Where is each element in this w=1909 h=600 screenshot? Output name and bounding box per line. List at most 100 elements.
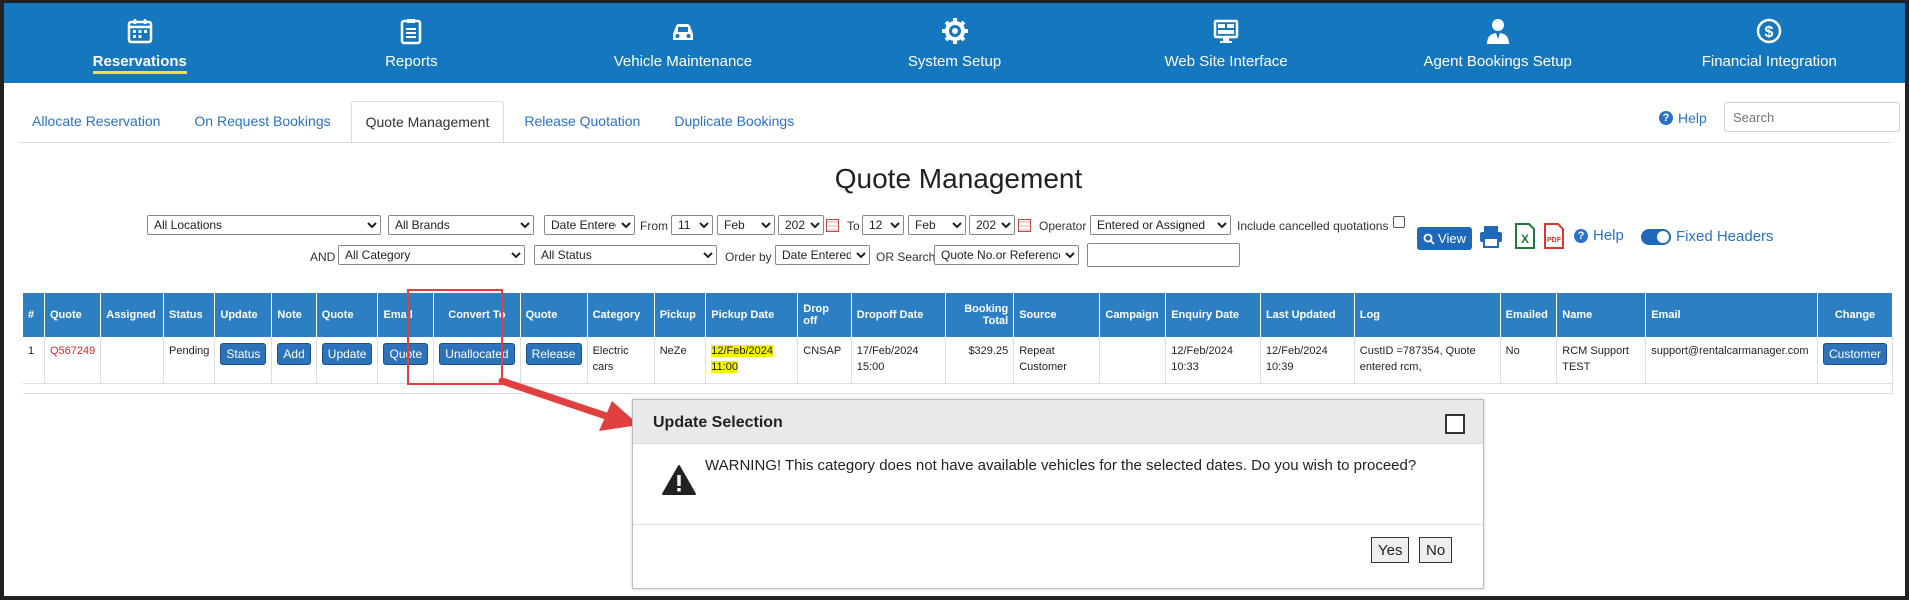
- to-year-select[interactable]: 2024: [969, 215, 1015, 235]
- nav-system-setup[interactable]: System Setup: [819, 3, 1091, 83]
- col-header: Quote: [44, 293, 102, 337]
- include-cancelled-checkbox[interactable]: [1393, 216, 1405, 228]
- pdf-icon[interactable]: PDF: [1541, 222, 1567, 250]
- to-label: To: [847, 219, 860, 233]
- col-header: Pickup Date: [705, 293, 799, 337]
- clipboard-icon: [401, 19, 422, 45]
- col-header: Note: [271, 293, 317, 337]
- quote-search-field[interactable]: [1087, 243, 1240, 267]
- pickup-date-cell: 12/Feb/2024 11:00: [705, 337, 799, 384]
- customer-button[interactable]: Customer: [1822, 343, 1887, 365]
- col-header: Status: [163, 293, 216, 337]
- order-by-label: Order by: [725, 250, 772, 264]
- or-search-label: OR Search: [876, 250, 936, 264]
- print-icon[interactable]: [1478, 222, 1504, 250]
- from-label: From: [640, 219, 668, 233]
- help-label: Help: [1678, 110, 1707, 126]
- add-note-button[interactable]: Add: [277, 343, 311, 365]
- search-input[interactable]: [1724, 102, 1900, 132]
- help-label: Help: [1593, 227, 1624, 244]
- from-year-select[interactable]: 2024: [778, 215, 824, 235]
- fixed-headers-label: Fixed Headers: [1676, 228, 1774, 245]
- category-select[interactable]: All Category: [338, 245, 525, 265]
- booking-total-cell: $329.25: [945, 337, 1015, 384]
- tab-release-quotation[interactable]: Release Quotation: [510, 101, 654, 143]
- col-header: Update: [214, 293, 273, 337]
- source-cell: Repeat Customer: [1013, 337, 1101, 384]
- svg-text:$: $: [1765, 24, 1774, 41]
- view-button[interactable]: View: [1417, 227, 1472, 250]
- col-header: Campaign: [1099, 293, 1167, 337]
- tab-divider: [18, 142, 1891, 143]
- no-button[interactable]: No: [1419, 537, 1453, 563]
- nav-label: Web Site Interface: [1164, 53, 1288, 70]
- yes-button[interactable]: Yes: [1371, 537, 1410, 563]
- assigned-cell: [100, 337, 165, 384]
- dialog-close-button[interactable]: [1445, 414, 1465, 434]
- col-header: Change: [1817, 293, 1894, 337]
- from-month-select[interactable]: Feb: [717, 215, 775, 235]
- brand-select[interactable]: All Brands: [388, 215, 534, 235]
- to-day-select[interactable]: 12: [862, 215, 904, 235]
- nav-reservations[interactable]: Reservations: [4, 3, 276, 83]
- tab-quote-management[interactable]: Quote Management: [350, 101, 505, 143]
- from-day-select[interactable]: 11: [671, 215, 713, 235]
- nav-label: Financial Integration: [1701, 53, 1837, 70]
- enquiry-date-cell: 12/Feb/2024 10:33: [1165, 337, 1261, 384]
- quote-number[interactable]: Q567249: [50, 345, 95, 357]
- annotation-arrow-icon: [498, 377, 639, 431]
- nav-reports[interactable]: Reports: [276, 3, 548, 83]
- last-updated-cell: 12/Feb/2024 10:39: [1260, 337, 1355, 384]
- dialog-separator: [633, 524, 1483, 525]
- search-by-select[interactable]: Quote No.or Reference: [934, 245, 1079, 265]
- app-frame: Reservations Reports Vehicle Maintenance…: [0, 0, 1909, 600]
- change-cell: Customer: [1817, 337, 1894, 384]
- col-header: Last Updated: [1260, 293, 1355, 337]
- email-cell: support@rentalcarmanager.com: [1645, 337, 1818, 384]
- to-calendar-icon[interactable]: [1018, 219, 1031, 232]
- status-select[interactable]: All Status: [534, 245, 717, 265]
- table-row: 1 Q567249 Pending Status Add Update Quot…: [23, 337, 1894, 384]
- nav-vehicle-maintenance[interactable]: Vehicle Maintenance: [547, 3, 819, 83]
- enquiry-time: 10:33: [1171, 361, 1199, 373]
- from-calendar-icon[interactable]: [826, 219, 839, 232]
- help-icon: ?: [1574, 228, 1588, 243]
- status-button[interactable]: Status: [220, 343, 267, 365]
- tab-duplicate-bookings[interactable]: Duplicate Bookings: [660, 101, 808, 143]
- nav-label: Vehicle Maintenance: [613, 53, 753, 70]
- date-type-select[interactable]: Date Entered: [544, 215, 635, 235]
- col-header: Dropoff Date: [851, 293, 946, 337]
- order-by-select[interactable]: Date Entered: [775, 245, 870, 265]
- nav-label: System Setup: [907, 53, 1002, 70]
- quote-table: # Quote Assigned Status Update Note Quot…: [23, 293, 1894, 394]
- help-link[interactable]: ? Help: [1659, 110, 1707, 126]
- help-icon: ?: [1659, 111, 1673, 125]
- status-button-cell: Status: [214, 337, 273, 384]
- release-button[interactable]: Release: [525, 343, 582, 365]
- update-quote-button[interactable]: Update: [321, 343, 373, 365]
- nav-agent-bookings-setup[interactable]: Agent Bookings Setup: [1362, 3, 1634, 83]
- pickup-time: 11:00: [711, 361, 738, 373]
- to-month-select[interactable]: Feb: [908, 215, 966, 235]
- nav-web-site-interface[interactable]: Web Site Interface: [1090, 3, 1362, 83]
- nav-financial-integration[interactable]: $ Financial Integration: [1633, 3, 1905, 83]
- car-icon: [672, 24, 693, 40]
- operator-select[interactable]: Entered or Assigned: [1090, 215, 1231, 235]
- name-cell: RCM Support TEST: [1556, 337, 1647, 384]
- pickup-date: 12/Feb/2024: [711, 345, 774, 357]
- excel-icon[interactable]: X: [1512, 222, 1538, 250]
- tab-allocate-reservation[interactable]: Allocate Reservation: [18, 101, 174, 143]
- quote-number-link[interactable]: Q567249: [44, 337, 102, 384]
- view-label: View: [1438, 231, 1466, 246]
- fixed-headers-toggle[interactable]: [1641, 229, 1671, 245]
- col-header: Name: [1556, 293, 1647, 337]
- dialog-header: Update Selection: [633, 400, 1483, 444]
- dialog-message: WARNING! This category does not have ava…: [705, 457, 1417, 474]
- pickup-cell: NeZe: [654, 337, 707, 384]
- tab-on-request-bookings[interactable]: On Request Bookings: [180, 101, 344, 143]
- search-icon: [1423, 233, 1435, 245]
- help-link-toolbar[interactable]: ? Help: [1574, 227, 1624, 244]
- location-select[interactable]: All Locations: [147, 215, 381, 235]
- col-header: Quote: [520, 293, 588, 337]
- agent-icon: [1486, 19, 1509, 44]
